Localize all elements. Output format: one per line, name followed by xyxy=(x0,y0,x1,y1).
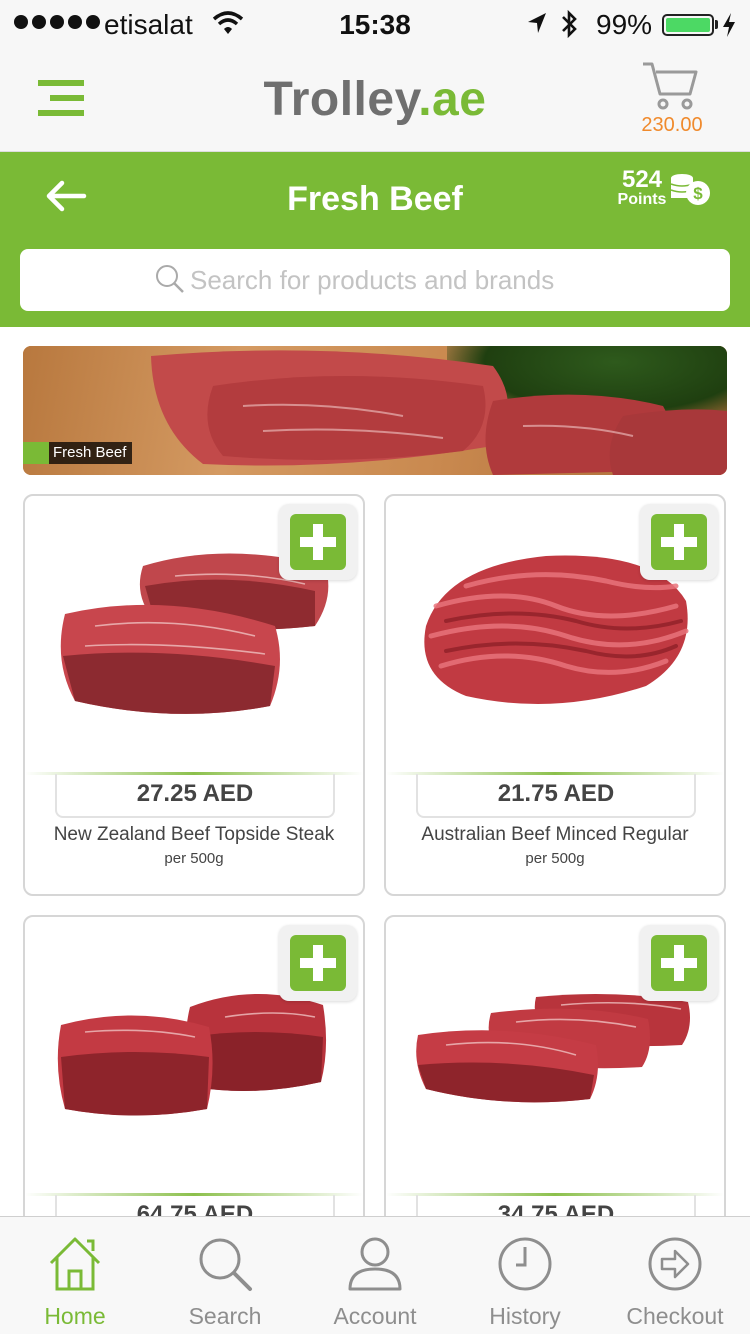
checkout-icon xyxy=(648,1237,702,1291)
banner-label: Fresh Beef xyxy=(23,442,133,464)
status-bar: etisalat 15:38 99% xyxy=(0,0,750,50)
tab-checkout[interactable]: Checkout xyxy=(600,1217,750,1334)
plus-icon xyxy=(651,935,707,991)
search-placeholder: Search for products and brands xyxy=(190,265,555,295)
tab-history[interactable]: History xyxy=(450,1217,600,1334)
charging-bolt-icon xyxy=(722,12,736,45)
bluetooth-icon xyxy=(558,8,580,47)
tab-bar: Home Search Account History Checkout xyxy=(0,1216,750,1334)
history-icon xyxy=(498,1237,552,1291)
battery-percent: 99% xyxy=(596,9,653,40)
product-price: 27.25 AED xyxy=(55,774,335,818)
tab-home[interactable]: Home xyxy=(0,1217,150,1334)
search-icon xyxy=(156,265,184,293)
tab-label: Account xyxy=(333,1303,417,1329)
tab-search[interactable]: Search xyxy=(150,1217,300,1334)
plus-icon xyxy=(290,514,346,570)
add-to-cart-button[interactable] xyxy=(279,504,357,580)
search-icon xyxy=(199,1238,252,1291)
battery-icon xyxy=(662,14,714,36)
cart-button[interactable]: 230.00 xyxy=(636,60,710,140)
tab-label: Checkout xyxy=(626,1303,724,1329)
add-to-cart-button[interactable] xyxy=(640,925,718,1001)
tab-account[interactable]: Account xyxy=(300,1217,450,1334)
product-unit: per 500g xyxy=(525,850,585,867)
product-card[interactable]: 27.25 AED New Zealand Beef Topside Steak… xyxy=(23,494,365,896)
plus-icon xyxy=(290,935,346,991)
product-card[interactable]: 21.75 AED Australian Beef Minced Regular… xyxy=(384,494,726,896)
product-unit: per 500g xyxy=(164,850,224,867)
svg-text:$: $ xyxy=(693,184,703,203)
add-to-cart-button[interactable] xyxy=(279,925,357,1001)
cart-total: 230.00 xyxy=(641,114,703,136)
location-arrow-icon xyxy=(526,10,548,42)
tab-label: Search xyxy=(188,1303,262,1329)
add-to-cart-button[interactable] xyxy=(640,504,718,580)
home-icon xyxy=(49,1237,101,1291)
product-name: New Zealand Beef Topside Steak xyxy=(53,824,335,845)
search-input[interactable]: Search for products and brands xyxy=(20,249,730,311)
product-name: Australian Beef Minced Regular xyxy=(421,824,689,845)
tab-label: Home xyxy=(44,1303,106,1329)
product-price: 21.75 AED xyxy=(416,774,696,818)
cart-icon xyxy=(643,62,698,110)
category-bar: Fresh Beef 524 Points $ Search for produ… xyxy=(0,152,750,327)
account-icon xyxy=(348,1237,402,1291)
plus-icon xyxy=(651,514,707,570)
tab-label: History xyxy=(489,1303,561,1329)
app-header: Trolley.ae 230.00 xyxy=(0,50,750,152)
coins-icon: $ xyxy=(668,172,714,213)
